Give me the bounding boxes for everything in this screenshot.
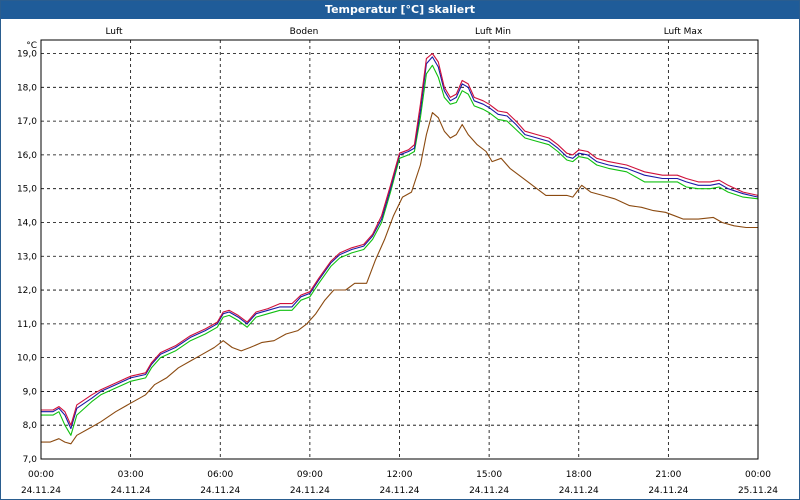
legend-entry: Boden [290, 27, 319, 37]
y-tick-label: 11,0 [17, 320, 37, 330]
y-tick-label: 10,0 [17, 354, 37, 364]
x-tick-date-label: 24.11.24 [111, 486, 151, 496]
x-tick-time-label: 09:00 [297, 470, 323, 480]
x-tick-time-label: 06:00 [207, 470, 233, 480]
legend-entry: Luft [105, 27, 123, 37]
x-tick-time-label: 00:00 [745, 470, 771, 480]
y-tick-label: 8,0 [23, 421, 38, 431]
y-tick-label: 15,0 [17, 185, 37, 195]
y-tick-label: 12,0 [17, 286, 37, 296]
x-tick-date-label: 25.11.24 [738, 486, 778, 496]
x-tick-date-label: 24.11.24 [290, 486, 330, 496]
y-axis: 7,0 8,0 9,0 10,0 11,0 12,0 13,0 14,0 15,0 16,0 17,… [17, 50, 37, 465]
legend-entry: Luft Min [475, 27, 511, 37]
x-tick-date-label: 24.11.24 [469, 486, 509, 496]
y-tick-label: 17,0 [17, 117, 37, 127]
x-tick-date-label: 24.11.24 [648, 486, 688, 496]
grid [41, 40, 758, 460]
x-tick-time-label: 18:00 [566, 470, 592, 480]
x-tick-date-label: 24.11.24 [21, 486, 61, 496]
x-tick-date-label: 24.11.24 [379, 486, 419, 496]
x-tick-date-label: 24.11.24 [559, 486, 599, 496]
legend: Luft Boden Luft Min Luft Max [105, 27, 703, 37]
x-tick-time-label: 15:00 [476, 470, 502, 480]
x-tick-time-label: 12:00 [387, 470, 413, 480]
x-tick-time-label: 00:00 [28, 470, 54, 480]
x-axis: 00:00 24.11.24 03:00 24.11.24 06:00 24.11.24 0… [21, 470, 778, 496]
y-tick-label: 19,0 [17, 50, 37, 60]
y-tick-label: 13,0 [17, 252, 37, 262]
y-tick-label: 16,0 [17, 151, 37, 161]
x-tick-time-label: 03:00 [118, 470, 144, 480]
y-axis-label: °C [26, 41, 37, 51]
y-tick-label: 14,0 [17, 218, 37, 228]
y-tick-label: 18,0 [17, 83, 37, 93]
x-tick-date-label: 24.11.24 [200, 486, 240, 496]
y-tick-label: 7,0 [23, 455, 38, 465]
y-tick-label: 9,0 [23, 387, 38, 397]
x-tick-time-label: 21:00 [655, 470, 681, 480]
temperature-chart: 7,0 8,0 9,0 10,0 11,0 12,0 13,0 14,0 15,0 16,0 17,… [17, 27, 778, 496]
legend-entry: Luft Max [664, 27, 703, 37]
chart-window: Temperatur [°C] skaliert 7,0 8,0 9,0 10,0 11… [0, 0, 800, 500]
